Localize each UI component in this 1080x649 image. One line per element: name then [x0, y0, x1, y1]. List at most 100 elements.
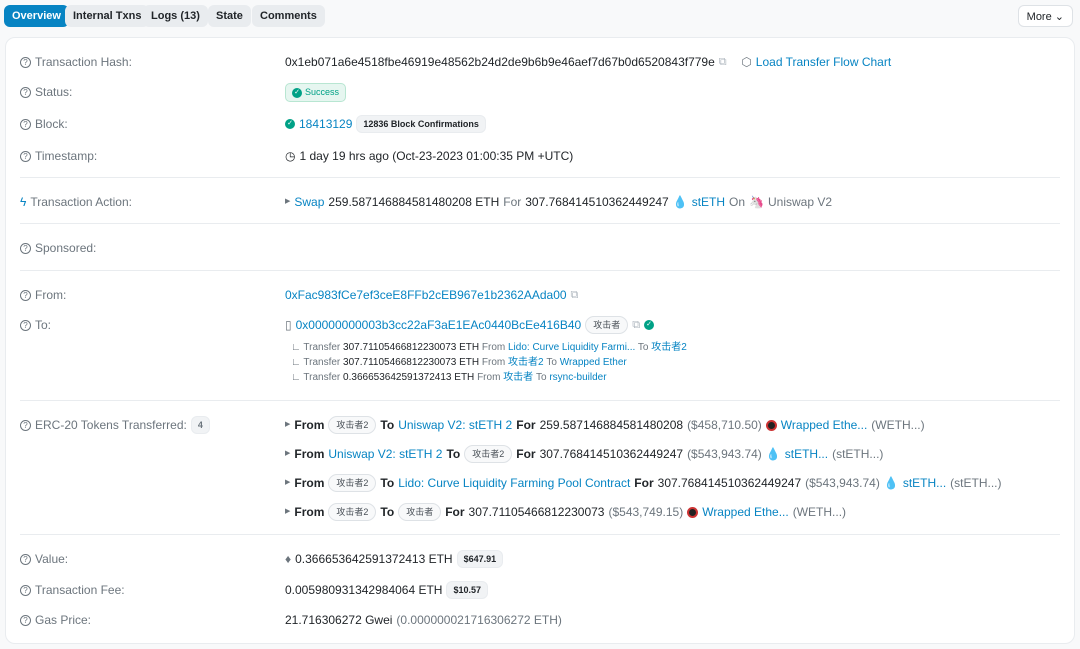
token-link[interactable]: stETH...: [903, 474, 946, 492]
token-link[interactable]: Wrapped Ethe...: [702, 503, 789, 521]
clock-icon: ◷: [285, 149, 296, 163]
token-destination-link[interactable]: Lido: Curve Liquidity Farming Pool Contr…: [398, 474, 630, 492]
help-icon: ?: [20, 118, 31, 130]
copy-icon[interactable]: ⧉: [719, 53, 727, 71]
value-label: Value:: [35, 552, 69, 566]
token-transfer-row: ▶ From 攻击者2 To Uniswap V2: stETH 2 For 259.587…: [6, 416, 1074, 434]
status-row: ? Status: ✓ Success: [6, 83, 1074, 102]
token-amount: 259.587146884581480208: [539, 418, 684, 432]
transfer-amount: 307.71105466812230073 ETH: [343, 342, 480, 353]
token-source-tag[interactable]: 攻击者2: [328, 474, 377, 492]
divider: [20, 270, 1060, 271]
from-label: From: [294, 447, 325, 461]
from-row: ? From: 0xFac983fCe7ef3ceE8FFb2cEB967e1b2…: [6, 286, 1074, 304]
tab-state[interactable]: State: [208, 5, 251, 27]
more-dropdown[interactable]: More ⌄: [1017, 5, 1073, 27]
hash-label: Transaction Hash:: [35, 55, 132, 69]
tab-comments[interactable]: Comments: [252, 5, 325, 27]
from-label: From: [294, 418, 325, 432]
to-label: To: [546, 357, 557, 368]
divider: [20, 534, 1060, 535]
value-usd-badge: $647.91: [456, 550, 504, 568]
transfer-destination[interactable]: 攻击者2: [651, 342, 687, 353]
uniswap-icon: 🦄: [749, 195, 764, 209]
from-label: From: [477, 372, 501, 383]
token-destination-tag[interactable]: 攻击者: [398, 503, 442, 521]
token-source-link[interactable]: Uniswap V2: stETH 2: [328, 445, 442, 463]
to-label: To: [380, 505, 395, 519]
flow-chart-icon: ⬡: [741, 55, 752, 69]
token-symbol: (WETH...): [792, 505, 847, 519]
help-icon: ?: [20, 614, 31, 626]
check-icon: ✓: [285, 119, 295, 129]
to-address[interactable]: 0x00000000003b3cc22aF3aE1EAc0440BcEe416B…: [296, 316, 582, 334]
tab-logs[interactable]: Logs (13): [143, 5, 208, 27]
divider: [20, 400, 1060, 401]
from-label: From: [481, 357, 506, 368]
timestamp-value: 1 day 19 hrs ago (Oct-23-2023 01:00:35 P…: [299, 149, 574, 163]
token-symbol: (stETH...): [950, 476, 1002, 490]
swap-amount-2: 307.768414510362449247: [525, 195, 669, 209]
from-address[interactable]: 0xFac983fCe7ef3ceE8FFb2cEB967e1b2362AAda…: [285, 286, 567, 304]
timestamp-label: Timestamp:: [35, 149, 98, 163]
sponsored-label: Sponsored:: [35, 241, 97, 255]
transfer-label: Transfer: [303, 357, 341, 368]
token-amount: 307.71105466812230073: [468, 505, 605, 519]
load-flow-chart-link[interactable]: Load Transfer Flow Chart: [756, 53, 891, 71]
token-destination-link[interactable]: Uniswap V2: stETH 2: [398, 416, 512, 434]
for-label: For: [445, 505, 465, 519]
caret-icon: ▶: [285, 479, 291, 486]
address-tag: 攻击者: [585, 316, 629, 334]
transfer-label: Transfer: [303, 372, 341, 383]
transfer-source[interactable]: Lido: Curve Liquidity Farmi...: [508, 342, 635, 353]
tab-overview[interactable]: Overview: [4, 5, 69, 27]
token-link[interactable]: Wrapped Ethe...: [781, 416, 868, 434]
token-usd: ($458,710.50): [687, 418, 762, 432]
block-link[interactable]: 18413129: [299, 115, 352, 133]
weth-icon: [687, 506, 699, 518]
to-row: ? To: ▯ 0x00000000003b3cc22aF3aE1EAc0440Bc…: [6, 316, 1074, 334]
token-symbol: (WETH...): [871, 418, 925, 432]
divider: [20, 223, 1060, 224]
token-usd: ($543,943.74): [805, 476, 880, 490]
transfer-destination[interactable]: rsync-builder: [549, 372, 606, 383]
tab-internal-txns[interactable]: Internal Txns: [65, 5, 150, 27]
lightning-icon: ϟ: [20, 195, 27, 209]
token-source-tag[interactable]: 攻击者2: [328, 503, 377, 521]
transfer-destination[interactable]: Wrapped Ether: [560, 357, 627, 368]
hash-row: ? Transaction Hash: 0x1eb071a6e4518fbe469…: [6, 53, 1074, 71]
for-label: For: [634, 476, 654, 490]
tx-hash: 0x1eb071a6e4518fbe46919e48562b24d2de9b6b…: [285, 55, 715, 69]
fee-amount: 0.005980931342984064 ETH: [285, 583, 443, 597]
token-link[interactable]: stETH...: [785, 445, 828, 463]
swap-link[interactable]: Swap: [294, 193, 324, 211]
copy-icon[interactable]: ⧉: [632, 316, 640, 334]
steth-icon: 💧: [765, 447, 781, 461]
status-badge: ✓ Success: [285, 83, 347, 102]
caret-icon: ▶: [285, 421, 291, 428]
gas-price: 21.716306272 Gwei: [285, 613, 393, 627]
check-icon: ✓: [292, 87, 302, 98]
transfer-amount: 0.366653642591372413 ETH: [343, 372, 475, 383]
contract-icon: ▯: [285, 318, 292, 332]
help-icon: ?: [20, 289, 31, 301]
help-icon: ?: [20, 553, 31, 565]
token-source-tag[interactable]: 攻击者2: [328, 416, 377, 434]
timestamp-row: ? Timestamp: ◷ 1 day 19 hrs ago (Oct-23-20…: [6, 147, 1074, 165]
to-label: To: [380, 476, 395, 490]
weth-icon: [765, 419, 777, 431]
transfer-source[interactable]: 攻击者: [503, 372, 533, 383]
steth-link[interactable]: stETH: [692, 193, 725, 211]
token-destination-tag[interactable]: 攻击者2: [464, 445, 513, 463]
more-label: More: [1026, 11, 1052, 23]
from-label: From: [294, 476, 325, 490]
copy-icon[interactable]: ⧉: [571, 286, 579, 304]
action-label: Transaction Action:: [30, 195, 132, 209]
steth-icon: 💧: [883, 476, 899, 490]
gas-row: ? Gas Price: 21.716306272 Gwei (0.00000002…: [6, 611, 1074, 629]
block-label: Block:: [35, 117, 68, 131]
caret-icon: ▶: [285, 198, 291, 205]
internal-transfer: ∟ Transfer 307.71105466812230073 ETH Fro…: [291, 342, 687, 353]
for-label: For: [503, 195, 522, 209]
transfer-source[interactable]: 攻击者2: [508, 357, 544, 368]
